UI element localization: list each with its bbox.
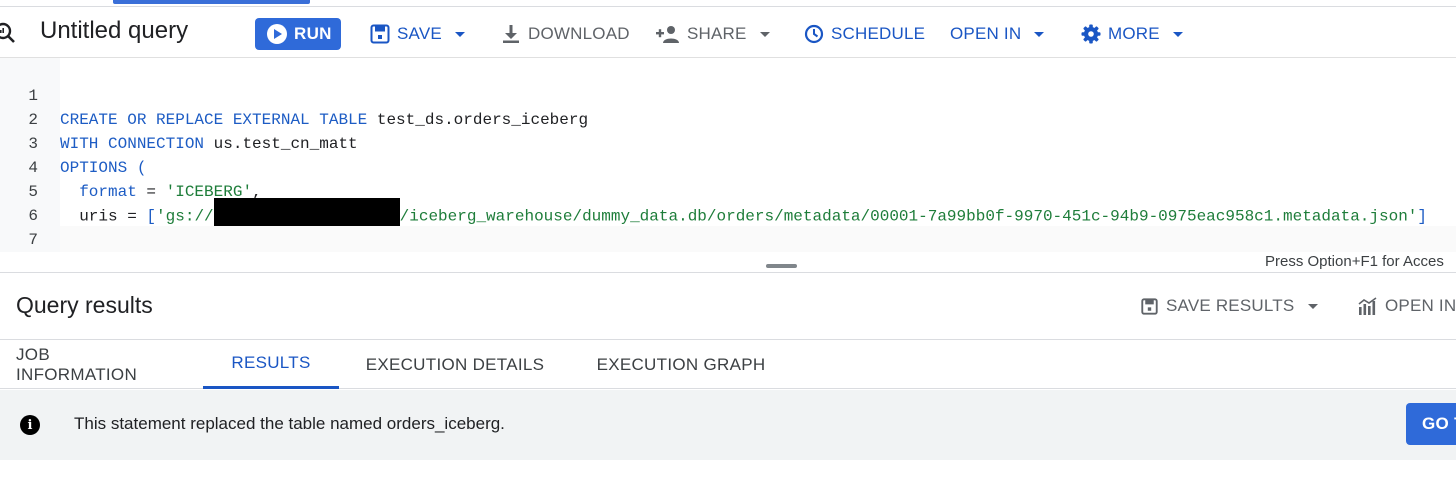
sql-editor[interactable]: 1 CREATE OR REPLACE EXTERNAL TABLE test_… — [0, 58, 1456, 252]
chevron-down-icon — [1034, 31, 1045, 37]
save-disk-icon — [370, 24, 390, 44]
download-button[interactable]: DOWNLOAD — [501, 22, 630, 46]
info-message: This statement replaced the table named … — [74, 414, 505, 433]
panel-splitter[interactable]: Press Option+F1 for Acces — [0, 252, 1456, 273]
info-icon: i — [20, 415, 40, 435]
save-disk-icon — [1141, 297, 1158, 315]
tab-execution-graph[interactable]: EXECUTION GRAPH — [596, 340, 766, 389]
code-line[interactable]: 4 format = 'ICEBERG', — [0, 132, 1456, 201]
run-button[interactable]: RUN — [255, 18, 341, 50]
tab-job-information[interactable]: JOB INFORMATION — [16, 340, 172, 389]
drag-handle[interactable] — [766, 264, 797, 268]
save-label: SAVE — [397, 24, 442, 43]
open-in-results-button[interactable]: OPEN IN — [1358, 296, 1456, 316]
open-in-label: OPEN IN — [1385, 296, 1456, 315]
results-title: Query results — [16, 292, 153, 318]
active-tab-indicator — [113, 0, 310, 4]
chevron-down-icon — [454, 31, 465, 37]
share-button[interactable]: SHARE — [656, 22, 770, 46]
schedule-button[interactable]: SCHEDULE — [804, 22, 925, 46]
schedule-label: SCHEDULE — [831, 24, 926, 43]
download-arrow-icon — [503, 25, 519, 43]
chevron-down-icon — [1308, 303, 1319, 309]
code-line[interactable]: 1 CREATE OR REPLACE EXTERNAL TABLE test_… — [0, 60, 1456, 129]
editor-empty-area[interactable] — [60, 226, 1456, 252]
code-line[interactable]: 6 ); — [0, 180, 1456, 249]
clock-icon — [804, 24, 824, 44]
code-line[interactable]: 2 WITH CONNECTION us.test_cn_matt — [0, 84, 1456, 153]
chevron-down-icon — [759, 31, 770, 37]
open-in-button[interactable]: OPEN IN — [950, 22, 1045, 46]
line-number: 7 — [28, 231, 38, 249]
query-search-icon — [0, 22, 15, 43]
gear-icon — [1081, 24, 1101, 44]
more-label: MORE — [1108, 24, 1160, 43]
open-in-label: OPEN IN — [950, 24, 1022, 43]
chart-icon — [1358, 297, 1377, 315]
code-line[interactable]: 3 OPTIONS ( — [0, 108, 1456, 177]
play-circle-icon — [267, 24, 287, 44]
query-title[interactable]: Untitled query — [40, 17, 188, 45]
tab-results[interactable]: RESULTS — [203, 340, 339, 389]
run-label: RUN — [294, 24, 332, 43]
code-line[interactable]: 7 — [0, 204, 1456, 249]
share-label: SHARE — [687, 24, 747, 43]
save-results-button[interactable]: SAVE RESULTS — [1141, 296, 1319, 316]
accessibility-hint: Press Option+F1 for Acces — [1265, 253, 1444, 270]
tab-execution-details[interactable]: EXECUTION DETAILS — [364, 340, 546, 389]
person-add-icon — [656, 26, 679, 43]
toolbar-divider — [0, 6, 1456, 7]
results-tabs: JOB INFORMATION RESULTS EXECUTION DETAIL… — [0, 339, 1456, 389]
save-button[interactable]: SAVE — [370, 22, 465, 46]
code-line[interactable]: 5 uris = ['gs:///iceberg_warehouse/dummy… — [0, 156, 1456, 229]
info-banner: i This statement replaced the table name… — [0, 390, 1456, 460]
save-results-label: SAVE RESULTS — [1166, 296, 1295, 315]
download-label: DOWNLOAD — [528, 24, 630, 43]
go-to-table-button[interactable]: GO T — [1406, 403, 1456, 445]
query-toolbar: Untitled query RUN SAVE DOWNLOAD SHARE S… — [0, 0, 1456, 58]
chevron-down-icon — [1172, 31, 1183, 37]
more-button[interactable]: MORE — [1081, 22, 1183, 46]
